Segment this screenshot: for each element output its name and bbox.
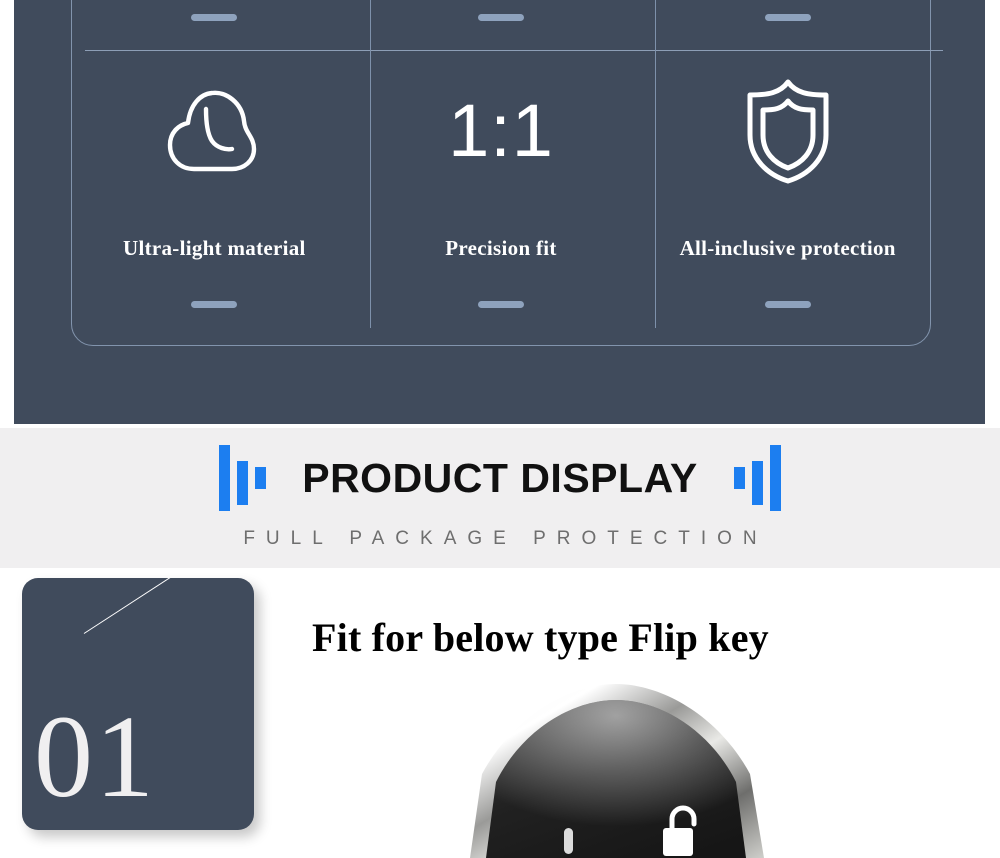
ratio-1-1-text: 1:1 — [358, 78, 645, 183]
product-detail-page: Ultra-light material 1:1 Precision fit A… — [0, 0, 1000, 858]
banner-subtitle: FULL PACKAGE PROTECTION — [243, 528, 768, 549]
feature-column-precision-fit: 1:1 Precision fit — [358, 0, 645, 346]
feature-label: Precision fit — [445, 236, 557, 260]
bar-3 — [733, 467, 745, 489]
step-number: 01 — [34, 691, 156, 822]
dash-marker-top — [191, 14, 238, 21]
feather-cloud-icon — [71, 78, 358, 183]
step-number-card: 01 — [22, 578, 254, 830]
bars-right-decoration — [733, 442, 781, 514]
bar-2 — [751, 461, 763, 505]
feature-column-protection: All-inclusive protection — [644, 0, 931, 346]
diagonal-line-decoration — [83, 578, 175, 634]
dash-marker-top — [478, 14, 524, 21]
features-section: Ultra-light material 1:1 Precision fit A… — [14, 0, 985, 424]
product-display-banner: PRODUCT DISPLAY FULL PACKAGE PROTECTION — [0, 428, 1000, 568]
bar-3 — [255, 467, 267, 489]
dash-marker-top — [764, 14, 811, 21]
dash-marker-bottom — [478, 301, 524, 308]
product-display-section: 01 Fit for below type Flip key — [0, 568, 1000, 858]
feature-column-ultra-light: Ultra-light material — [71, 0, 358, 346]
feature-label: Ultra-light material — [122, 236, 306, 260]
banner-title-row: PRODUCT DISPLAY — [0, 428, 1000, 528]
dash-marker-bottom — [764, 301, 811, 308]
dash-marker-bottom — [191, 301, 238, 308]
banner-title: PRODUCT DISPLAY — [302, 454, 698, 501]
ratio-value: 1:1 — [448, 88, 554, 172]
flip-key-fob-image — [470, 684, 764, 858]
bars-left-decoration — [219, 442, 267, 514]
bar-1 — [769, 445, 781, 511]
features-columns: Ultra-light material 1:1 Precision fit A… — [71, 0, 931, 346]
bar-2 — [237, 461, 249, 505]
feature-label: All-inclusive protection — [679, 236, 896, 260]
fit-heading: Fit for below type Flip key — [312, 615, 769, 660]
shield-icon — [644, 78, 931, 183]
bar-1 — [219, 445, 231, 511]
